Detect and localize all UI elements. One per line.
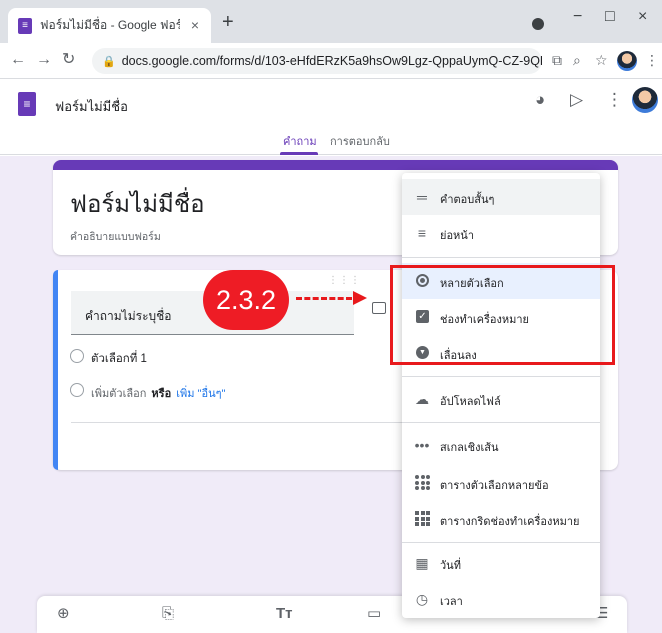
clock-icon: ◷ [415, 591, 429, 607]
paragraph-icon: ≡ [417, 225, 427, 241]
menu-divider [402, 376, 600, 377]
menu-item-checkbox-grid[interactable]: ตารางกริดช่องทำเครื่องหมาย [402, 501, 600, 537]
account-avatar[interactable] [632, 87, 658, 113]
url-text: docs.google.com/forms/d/103-eHfdERzK5a9h… [121, 54, 542, 68]
menu-item-short-answer[interactable]: ═ คำตอบสั้นๆ [402, 179, 600, 215]
tab-questions[interactable]: คำถาม [283, 132, 317, 150]
grid-icon [415, 475, 430, 490]
menu-item-label: วันที่ [440, 560, 461, 572]
bookmark-star-icon[interactable]: ☆ [595, 53, 608, 67]
add-image-icon[interactable]: ▭ [367, 606, 381, 622]
short-answer-icon: ═ [417, 189, 427, 205]
forms-header: ≡ ฟอร์มไม่มีชื่อ ◕ ▷ ⋮ คำถาม การตอบกลับ [0, 80, 662, 155]
menu-divider [402, 422, 600, 423]
add-question-icon[interactable]: ⊕ [57, 606, 70, 622]
tab-responses[interactable]: การตอบกลับ [330, 132, 390, 150]
active-tab-indicator [280, 152, 318, 155]
active-question-bar [53, 270, 58, 470]
add-other-link[interactable]: เพิ่ม "อื่นๆ" [176, 388, 225, 400]
form-description[interactable]: คำอธิบายแบบฟอร์ม [70, 228, 161, 245]
menu-item-label: สเกลเชิงเส้น [440, 442, 499, 454]
browser-tab[interactable]: ≡ ฟอร์มไม่มีชื่อ - Google ฟอร์ม × [8, 8, 211, 43]
window-close-button[interactable]: × [638, 8, 647, 26]
tab-close-icon[interactable]: × [191, 17, 199, 33]
menu-item-label: ตารางกริดช่องทำเครื่องหมาย [440, 516, 580, 528]
translate-icon[interactable]: ⧉ [552, 53, 562, 67]
cloud-upload-icon: ☁ [415, 391, 429, 407]
maximize-button[interactable]: □ [605, 8, 615, 26]
profile-avatar[interactable] [617, 51, 637, 71]
menu-item-paragraph[interactable]: ≡ ย่อหน้า [402, 215, 600, 251]
menu-item-label: ตารางตัวเลือกหลายข้อ [440, 480, 549, 492]
question-type-menu: ═ คำตอบสั้นๆ ≡ ย่อหน้า หลายตัวเลือก ✓ ช่… [402, 173, 600, 618]
lock-icon: 🔒 [102, 55, 116, 68]
radio-circle-icon [70, 349, 84, 363]
zoom-icon[interactable]: ⌕ [573, 53, 581, 67]
checkbox-grid-icon [415, 511, 430, 526]
form-title[interactable]: ฟอร์มไม่มีชื่อ [70, 184, 205, 223]
url-field[interactable]: 🔒 docs.google.com/forms/d/103-eHfdERzK5a… [92, 48, 542, 74]
menu-item-multiple-choice-grid[interactable]: ตารางตัวเลือกหลายข้อ [402, 465, 600, 501]
or-label: หรือ [151, 388, 172, 400]
menu-item-label: อัปโหลดไฟล์ [440, 396, 501, 408]
tab-title: ฟอร์มไม่มีชื่อ - Google ฟอร์ม [40, 18, 180, 32]
import-questions-icon[interactable]: ⎘ [162, 606, 174, 622]
option-1-label[interactable]: ตัวเลือกที่ 1 [91, 350, 147, 368]
add-option-link[interactable]: เพิ่มตัวเลือก [91, 388, 146, 400]
add-image-icon[interactable] [372, 302, 386, 314]
menu-item-file-upload[interactable]: ☁ อัปโหลดไฟล์ [402, 381, 600, 417]
menu-item-date[interactable]: ▦ วันที่ [402, 545, 600, 581]
highlight-box [390, 265, 615, 365]
arrow-head-icon [353, 291, 367, 305]
menu-divider [402, 542, 600, 543]
menu-item-time[interactable]: ◷ เวลา [402, 581, 600, 617]
dashed-arrow [296, 297, 352, 300]
menu-item-label: เวลา [440, 596, 463, 608]
reload-icon[interactable]: ↻ [62, 52, 75, 68]
add-title-icon[interactable]: Tт [276, 606, 293, 622]
add-option-row: เพิ่มตัวเลือก หรือ เพิ่ม "อื่นๆ" [91, 384, 225, 402]
linear-scale-icon: ••• [414, 437, 430, 453]
menu-item-linear-scale[interactable]: ••• สเกลเชิงเส้น [402, 427, 600, 463]
more-options-icon[interactable]: ⋮ [606, 91, 623, 109]
menu-divider [402, 257, 600, 258]
forms-logo-icon[interactable]: ≡ [18, 92, 36, 116]
send-icon[interactable]: ▷ [570, 91, 583, 109]
step-badge: 2.3.2 [203, 270, 289, 330]
browser-menu-icon[interactable]: ⋮ [645, 53, 659, 67]
menu-item-label: คำตอบสั้นๆ [440, 194, 495, 206]
forms-favicon-icon: ≡ [18, 17, 32, 34]
browser-tab-strip: ≡ ฟอร์มไม่มีชื่อ - Google ฟอร์ม × + − □ … [0, 0, 662, 43]
palette-icon[interactable]: ◕ [535, 91, 545, 109]
divider [71, 422, 411, 423]
minimize-button[interactable]: − [573, 8, 582, 26]
form-name[interactable]: ฟอร์มไม่มีชื่อ [55, 96, 128, 117]
address-bar: ← → ↻ 🔒 docs.google.com/forms/d/103-eHfd… [0, 43, 662, 79]
radio-circle-icon [70, 383, 84, 397]
calendar-icon: ▦ [415, 555, 429, 571]
back-arrow-icon[interactable]: ← [10, 52, 26, 68]
drag-handle-icon[interactable]: ⋮⋮⋮ [328, 275, 361, 286]
forward-arrow-icon[interactable]: → [36, 52, 52, 68]
new-tab-button[interactable]: + [222, 12, 234, 32]
record-icon [532, 18, 544, 30]
menu-item-label: ย่อหน้า [440, 230, 474, 242]
